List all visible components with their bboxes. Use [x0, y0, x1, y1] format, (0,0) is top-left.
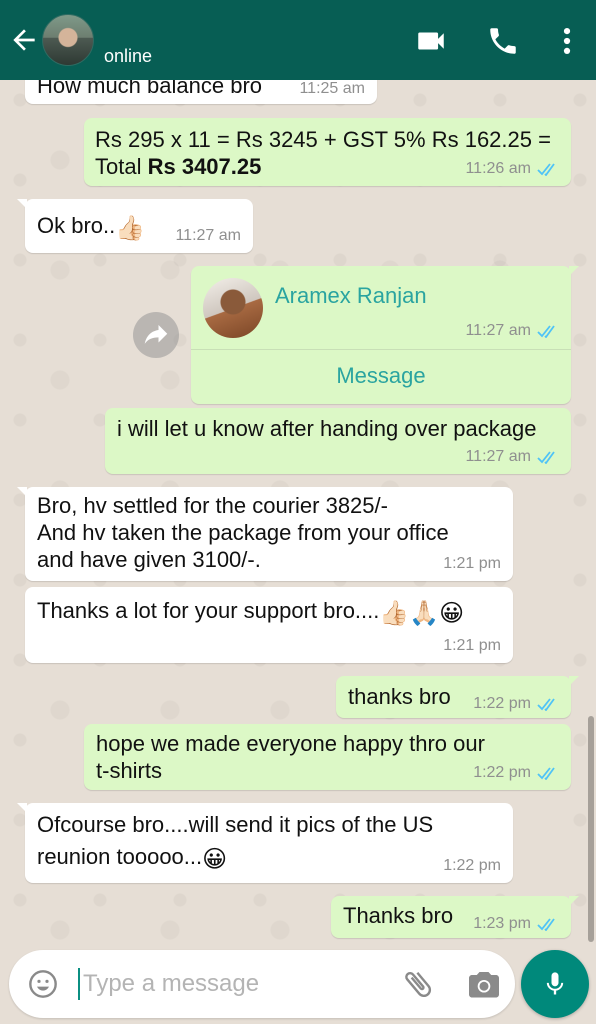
message-text: i will let u know after handing over pac… [117, 416, 537, 441]
back-arrow-icon[interactable] [8, 24, 40, 56]
message-time: 11:25 am [299, 80, 365, 97]
message-input[interactable] [83, 970, 393, 998]
double-tick-icon [537, 918, 555, 931]
message-time: 11:26 am [465, 160, 531, 177]
thumbs-up-emoji: 👍🏻 [115, 215, 146, 242]
mic-icon [546, 972, 564, 995]
outgoing-message[interactable]: i will let u know after handing over pac… [105, 408, 571, 474]
camera-icon[interactable] [466, 966, 502, 1002]
message-text: Thanks a lot for your support bro.... [37, 598, 380, 623]
emoji-group: 👍🏻🙏🏻😀 [379, 600, 465, 627]
forward-icon [144, 325, 168, 344]
incoming-message[interactable]: How much balance bro 11:25 am [25, 80, 377, 104]
shared-contact-name[interactable]: Aramex Ranjan [275, 282, 427, 309]
video-call-icon[interactable] [414, 24, 448, 58]
outgoing-message[interactable]: Rs 295 x 11 = Rs 3245 + GST 5% Rs 162.25… [84, 118, 571, 186]
double-tick-icon [537, 698, 555, 711]
message-line: Bro, hv settled for the courier 3825/- [37, 493, 388, 518]
double-tick-icon [537, 163, 555, 176]
contact-avatar[interactable] [42, 14, 94, 66]
phone-icon[interactable] [486, 24, 520, 58]
emoji-icon[interactable] [27, 968, 59, 1000]
incoming-message[interactable]: Ok bro..👍🏻 11:27 am [17, 199, 253, 253]
message-text: Ok bro.. [37, 213, 116, 238]
message-list[interactable]: How much balance bro 11:25 am Rs 295 x 1… [0, 80, 596, 944]
text-cursor [78, 968, 80, 1000]
message-time: 11:27 am [175, 227, 241, 244]
chat-header: online [0, 0, 596, 80]
incoming-message[interactable]: Bro, hv settled for the courier 3825/- A… [17, 487, 513, 581]
message-text-line1: Rs 295 x 11 = Rs 3245 + GST 5% Rs 162.25… [95, 127, 551, 152]
message-line: t-shirts [96, 758, 162, 783]
outgoing-message[interactable]: hope we made everyone happy thro our t-s… [84, 724, 571, 790]
double-tick-icon [537, 767, 555, 780]
outgoing-message[interactable]: thanks bro 1:22 pm [336, 676, 579, 718]
scrollbar[interactable] [588, 716, 594, 942]
message-line: and have given 3100/-. [37, 547, 261, 572]
message-time: 1:21 pm [443, 555, 501, 572]
message-text-bold: Rs 3407.25 [147, 154, 262, 179]
message-contact-button[interactable]: Message [191, 362, 571, 389]
message-time: 1:22 pm [473, 695, 531, 712]
contact-card-message[interactable]: Aramex Ranjan 11:27 am Message [191, 266, 579, 404]
message-line: Ofcourse bro....will send it pics of the… [37, 812, 434, 837]
outgoing-message[interactable]: Thanks bro 1:23 pm [331, 896, 579, 938]
more-vert-icon[interactable] [550, 24, 584, 58]
message-time: 11:27 am [465, 322, 531, 339]
grinning-emoji: 😀 [202, 846, 228, 873]
divider [191, 349, 571, 350]
voice-message-button[interactable] [521, 950, 589, 1018]
incoming-message[interactable]: Ofcourse bro....will send it pics of the… [17, 803, 513, 883]
message-time: 1:23 pm [473, 915, 531, 932]
message-text-plain: Total [95, 154, 148, 179]
forward-button[interactable] [133, 312, 179, 358]
message-time: 1:22 pm [473, 764, 531, 781]
shared-contact-avatar [203, 278, 263, 338]
message-time: 1:21 pm [443, 637, 501, 654]
incoming-message[interactable]: Thanks a lot for your support bro....👍🏻🙏… [25, 587, 513, 663]
double-tick-icon [537, 325, 555, 338]
contact-status: online [104, 46, 153, 66]
message-line: hope we made everyone happy thro our [96, 731, 485, 756]
message-line: reunion tooooo... [37, 844, 203, 869]
message-line: And hv taken the package from your offic… [37, 520, 449, 545]
message-text: Ofcourse bro....will send it pics of the… [37, 809, 501, 873]
attach-icon[interactable] [400, 966, 436, 1002]
message-composer [9, 950, 515, 1018]
message-text: Thanks a lot for your support bro....👍🏻🙏… [37, 597, 501, 626]
message-time: 11:27 am [465, 448, 531, 465]
double-tick-icon [537, 451, 555, 464]
message-text: Bro, hv settled for the courier 3825/- A… [37, 492, 501, 573]
message-time: 1:22 pm [443, 857, 501, 874]
